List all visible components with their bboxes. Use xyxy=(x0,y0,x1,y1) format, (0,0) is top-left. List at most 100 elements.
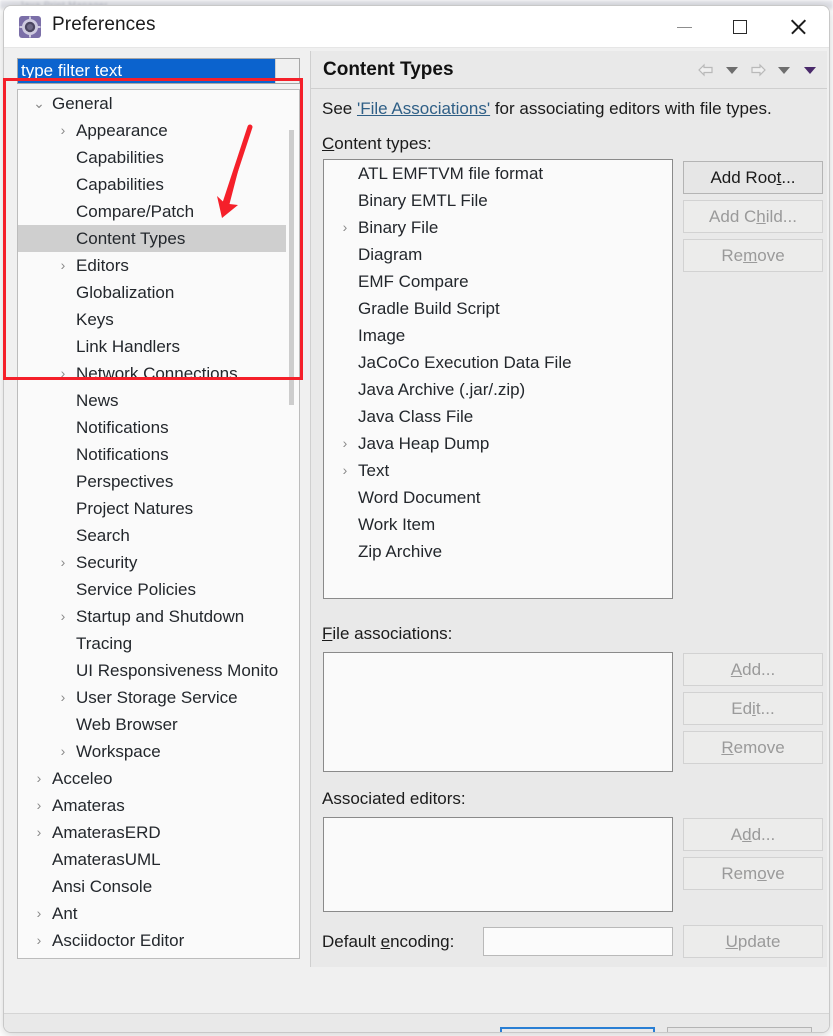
cancel-button[interactable]: Cancel xyxy=(667,1027,812,1032)
sidebar-item-project-natures[interactable]: Project Natures xyxy=(18,495,286,522)
sidebar-item-ansi-console[interactable]: Ansi Console xyxy=(18,873,286,900)
sidebar-item-network-connections[interactable]: › Network Connections xyxy=(18,360,286,387)
forward-dropdown-icon[interactable] xyxy=(773,60,795,80)
chevron-right-icon[interactable]: › xyxy=(336,214,354,241)
sidebar-item-amateraserd[interactable]: › AmaterasERD xyxy=(18,819,286,846)
sidebar-item-asciidoctor-editor[interactable]: › Asciidoctor Editor xyxy=(18,927,286,954)
chevron-right-icon[interactable]: › xyxy=(30,819,48,846)
sidebar-item-label: Compare/Patch xyxy=(76,202,195,221)
chevron-right-icon[interactable]: › xyxy=(30,792,48,819)
sidebar-item-label: Globalization xyxy=(76,283,175,302)
content-types-listbox[interactable]: ATL EMFTVM file format Binary EMTL File › B… xyxy=(323,159,673,599)
default-encoding-input[interactable] xyxy=(483,927,673,956)
add-root-button[interactable]: Add Root... xyxy=(683,161,823,194)
chevron-right-icon[interactable]: › xyxy=(54,738,72,765)
file-associations-link[interactable]: 'File Associations' xyxy=(357,99,490,118)
sidebar-item-general[interactable]: ⌄ General xyxy=(18,90,286,117)
file-associations-listbox[interactable] xyxy=(323,652,673,772)
content-type-row[interactable]: › Text xyxy=(324,457,672,484)
maximize-button[interactable] xyxy=(712,6,767,48)
close-button[interactable] xyxy=(767,6,829,48)
sidebar-item-label: Notifications xyxy=(76,418,169,437)
minimize-button[interactable] xyxy=(657,6,712,48)
sidebar-item-notifications[interactable]: Notifications xyxy=(18,441,286,468)
file-associations-edit-button[interactable]: Edit... xyxy=(683,692,823,725)
associated-editors-add-button[interactable]: Add... xyxy=(683,818,823,851)
content-type-row[interactable]: Binary EMTL File xyxy=(324,187,672,214)
content-type-row[interactable]: Gradle Build Script xyxy=(324,295,672,322)
preferences-tree[interactable]: ⌄ General › Appearance Capabilities Capabilit… xyxy=(17,89,300,959)
add-child-button[interactable]: Add Child... xyxy=(683,200,823,233)
content-type-row[interactable]: Java Archive (.jar/.zip) xyxy=(324,376,672,403)
sidebar-item-user-storage-service[interactable]: › User Storage Service xyxy=(18,684,286,711)
chevron-right-icon[interactable]: › xyxy=(54,252,72,279)
file-associations-add-button[interactable]: Add... xyxy=(683,653,823,686)
sidebar-item-globalization[interactable]: Globalization xyxy=(18,279,286,306)
export-icon[interactable] xyxy=(94,1032,118,1033)
sidebar-item-ui-responsiveness-monito[interactable]: UI Responsiveness Monito xyxy=(18,657,286,684)
content-type-row[interactable]: Image xyxy=(324,322,672,349)
content-type-row[interactable]: JaCoCo Execution Data File xyxy=(324,349,672,376)
view-menu-icon[interactable] xyxy=(799,60,821,80)
apply-and-close-button[interactable]: Apply and Close xyxy=(500,1027,655,1032)
back-arrow-icon[interactable] xyxy=(695,60,717,80)
filter-clear-area[interactable] xyxy=(275,59,299,83)
sidebar-item-content-types[interactable]: Content Types xyxy=(18,225,286,252)
content-type-row[interactable]: › Java Heap Dump xyxy=(324,430,672,457)
chevron-right-icon[interactable]: › xyxy=(336,430,354,457)
sidebar-item-keys[interactable]: Keys xyxy=(18,306,286,333)
sidebar-item-search[interactable]: Search xyxy=(18,522,286,549)
sidebar-item-capabilities[interactable]: Capabilities xyxy=(18,144,286,171)
sidebar-item-label: Editors xyxy=(76,256,129,275)
update-encoding-button[interactable]: Update xyxy=(683,925,823,958)
content-type-row[interactable]: Work Item xyxy=(324,511,672,538)
content-type-row[interactable]: Word Document xyxy=(324,484,672,511)
search-input[interactable] xyxy=(18,59,275,83)
chevron-right-icon[interactable]: › xyxy=(54,603,72,630)
chevron-right-icon[interactable]: › xyxy=(54,117,72,144)
chevron-right-icon[interactable]: › xyxy=(54,549,72,576)
associated-editors-remove-button[interactable]: Remove xyxy=(683,857,823,890)
content-types-remove-button[interactable]: Remove xyxy=(683,239,823,272)
forward-arrow-icon[interactable] xyxy=(747,60,769,80)
chevron-right-icon[interactable]: › xyxy=(30,765,48,792)
rec-icon[interactable]: REC xyxy=(130,1032,152,1033)
sidebar-item-security[interactable]: › Security xyxy=(18,549,286,576)
sidebar-item-amaterasuml[interactable]: AmaterasUML xyxy=(18,846,286,873)
tree-scrollbar-thumb[interactable] xyxy=(289,130,294,405)
sidebar-item-appearance[interactable]: › Appearance xyxy=(18,117,286,144)
chevron-right-icon[interactable]: › xyxy=(30,900,48,927)
sidebar-item-acceleo[interactable]: › Acceleo xyxy=(18,765,286,792)
sidebar-item-link-handlers[interactable]: Link Handlers xyxy=(18,333,286,360)
sidebar-item-amateras[interactable]: › Amateras xyxy=(18,792,286,819)
chevron-right-icon[interactable]: › xyxy=(30,927,48,954)
sidebar-item-ant[interactable]: › Ant xyxy=(18,900,286,927)
content-type-row[interactable]: Zip Archive xyxy=(324,538,672,565)
chevron-right-icon[interactable]: › xyxy=(54,360,72,387)
chevron-right-icon[interactable]: › xyxy=(336,457,354,484)
sidebar-item-perspectives[interactable]: Perspectives xyxy=(18,468,286,495)
content-type-row[interactable]: › Binary File xyxy=(324,214,672,241)
sidebar-item-web-browser[interactable]: Web Browser xyxy=(18,711,286,738)
content-type-row[interactable]: EMF Compare xyxy=(324,268,672,295)
associated-editors-listbox[interactable] xyxy=(323,817,673,912)
sidebar-item-notifications[interactable]: Notifications xyxy=(18,414,286,441)
help-icon[interactable]: ? xyxy=(24,1032,46,1033)
import-icon[interactable] xyxy=(58,1032,82,1033)
content-type-row[interactable]: Diagram xyxy=(324,241,672,268)
chevron-down-icon[interactable]: ⌄ xyxy=(30,90,48,117)
sidebar-item-tracing[interactable]: Tracing xyxy=(18,630,286,657)
content-type-row[interactable]: Java Class File xyxy=(324,403,672,430)
sidebar-item-capabilities[interactable]: Capabilities xyxy=(18,171,286,198)
tree-scrollbar[interactable] xyxy=(286,92,297,958)
chevron-right-icon[interactable]: › xyxy=(54,684,72,711)
sidebar-item-editors[interactable]: › Editors xyxy=(18,252,286,279)
sidebar-item-service-policies[interactable]: Service Policies xyxy=(18,576,286,603)
back-dropdown-icon[interactable] xyxy=(721,60,743,80)
sidebar-item-compare-patch[interactable]: Compare/Patch xyxy=(18,198,286,225)
file-associations-remove-button[interactable]: Remove xyxy=(683,731,823,764)
sidebar-item-startup-and-shutdown[interactable]: › Startup and Shutdown xyxy=(18,603,286,630)
content-type-row[interactable]: ATL EMFTVM file format xyxy=(324,160,672,187)
sidebar-item-news[interactable]: News xyxy=(18,387,286,414)
sidebar-item-workspace[interactable]: › Workspace xyxy=(18,738,286,765)
